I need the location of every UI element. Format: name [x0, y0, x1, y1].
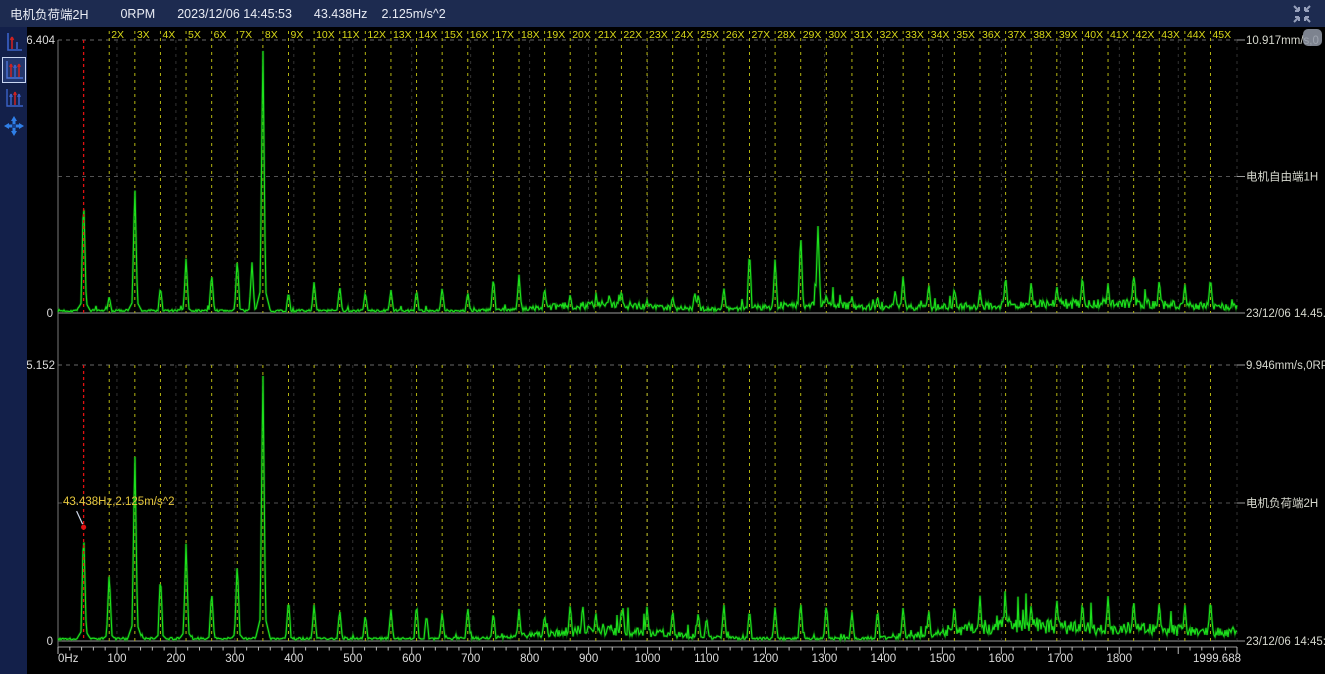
x-tick-label: 1800: [1106, 653, 1132, 665]
harmonic-label: 25X: [700, 29, 719, 41]
harmonic-label: 22X: [623, 29, 642, 41]
y-max-label: 6.404: [27, 35, 56, 47]
chart2-channel-label: 电机负荷端2H: [1246, 496, 1318, 510]
x-tick-label: 1600: [989, 653, 1015, 665]
x-tick-label: 0Hz: [58, 653, 79, 665]
harmonic-label: 32X: [880, 29, 899, 41]
x-tick-label: 300: [225, 653, 244, 665]
x-tick-label: 900: [579, 653, 598, 665]
harmonic-label: 6X: [214, 29, 227, 41]
cursor-frequency-readout: 43.438Hz: [314, 7, 368, 21]
y-zero-label: 0: [47, 636, 53, 648]
multi-spectrum-icon[interactable]: [2, 57, 26, 83]
harmonic-label: 24X: [675, 29, 694, 41]
spectra-plot-area[interactable]: 2X 3X 4X 5X 6X 7X 8X 9X 10X 11X 12X 13X 14X 15X 16X 17X…: [27, 27, 1325, 674]
x-tick-label: 600: [402, 653, 421, 665]
harmonic-label: 35X: [956, 29, 975, 41]
x-tick-label: 1300: [812, 653, 838, 665]
harmonic-label: 45X: [1212, 29, 1231, 41]
cursor-point-marker[interactable]: [81, 525, 86, 530]
harmonic-label: 29X: [803, 29, 822, 41]
rpm-value: 0RPM: [120, 7, 155, 21]
cursor-annotation-label: 43.438Hz,2.125m/s^2: [63, 496, 175, 508]
harmonic-label: 16X: [470, 29, 489, 41]
harmonic-label: 28X: [777, 29, 796, 41]
x-tick-label: 1500: [930, 653, 956, 665]
harmonic-label: 17X: [495, 29, 514, 41]
y-max-label: 5.152: [27, 360, 55, 372]
harmonic-label: 26X: [726, 29, 745, 41]
chart1-date-label: 23/12/06 14.45.4: [1246, 308, 1325, 320]
harmonic-label: 19X: [547, 29, 566, 41]
x-tick-label: 100: [107, 653, 126, 665]
harmonic-label: 3X: [137, 29, 150, 41]
harmonic-label: 13X: [393, 29, 412, 41]
measurement-timestamp: 2023/12/06 14:45:53: [177, 7, 292, 21]
cursor-amplitude-readout: 2.125m/s^2: [381, 7, 445, 21]
harmonic-label: 11X: [342, 29, 360, 41]
chart1-channel-label: 电机自由端1H: [1246, 170, 1318, 184]
harmonic-label: 21X: [598, 29, 617, 41]
harmonic-label: 20X: [572, 29, 591, 41]
harmonic-label: 43X: [1161, 29, 1180, 41]
x-tick-label: 1999.688: [1193, 653, 1241, 665]
status-bar: 电机负荷端2H 0RPM 2023/12/06 14:45:53 43.438H…: [0, 0, 1325, 27]
chart2-date-label: 23/12/06 14:45:5: [1246, 636, 1325, 648]
chart2-scale-label: 9.946mm/s,0RPM: [1246, 360, 1325, 372]
harmonic-label: 39X: [1059, 29, 1078, 41]
harmonic-label: 18X: [521, 29, 540, 41]
harmonic-label: 4X: [162, 29, 175, 41]
harmonic-label: 31X: [854, 29, 873, 41]
harmonic-label: 33X: [905, 29, 924, 41]
harmonic-label: 41X: [1110, 29, 1129, 41]
harmonic-label: 5X: [188, 29, 201, 41]
x-tick-label: 400: [284, 653, 303, 665]
single-spectrum-icon[interactable]: [2, 29, 26, 55]
stacked-spectrum-icon[interactable]: [2, 85, 26, 111]
plot-background: [27, 27, 1325, 674]
harmonic-label: 9X: [290, 29, 303, 41]
x-tick-label: 1400: [871, 653, 897, 665]
x-tick-label: 800: [520, 653, 539, 665]
vibration-analyzer-window: { "topbar": { "channel": "电机负荷端2H", "rpm…: [0, 0, 1325, 674]
active-channel-label: 电机负荷端2H: [10, 4, 88, 23]
harmonic-label: 30X: [828, 29, 847, 41]
harmonic-label: 8X: [265, 29, 278, 41]
scrollbar-thumb[interactable]: [1303, 29, 1322, 46]
harmonic-label: 10X: [316, 29, 335, 41]
x-tick-label: 1200: [753, 653, 779, 665]
harmonic-label: 34X: [931, 29, 950, 41]
x-tick-label: 1700: [1048, 653, 1074, 665]
harmonic-label: 36X: [982, 29, 1001, 41]
harmonic-label: 27X: [751, 29, 770, 41]
harmonic-label: 14X: [419, 29, 438, 41]
harmonic-label: 12X: [367, 29, 386, 41]
harmonic-label: 23X: [649, 29, 668, 41]
harmonic-label: 15X: [444, 29, 463, 41]
harmonic-label: 2X: [111, 29, 124, 41]
pan-move-icon[interactable]: [2, 113, 26, 139]
harmonic-label: 38X: [1033, 29, 1052, 41]
x-tick-label: 1000: [635, 653, 661, 665]
harmonic-label: 40X: [1084, 29, 1103, 41]
collapse-inward-icon[interactable]: [1291, 3, 1313, 25]
y-zero-label: 0: [47, 308, 53, 320]
x-tick-label: 700: [461, 653, 480, 665]
harmonic-label: 37X: [1008, 29, 1027, 41]
x-tick-label: 200: [166, 653, 185, 665]
harmonic-label: 7X: [239, 29, 252, 41]
plot-background-layer: [27, 27, 1325, 674]
toolbar-sidebar: [0, 27, 27, 674]
x-tick-label: 1100: [694, 653, 719, 665]
harmonic-label: 44X: [1187, 29, 1206, 41]
harmonic-label: 42X: [1136, 29, 1155, 41]
x-tick-label: 500: [343, 653, 362, 665]
